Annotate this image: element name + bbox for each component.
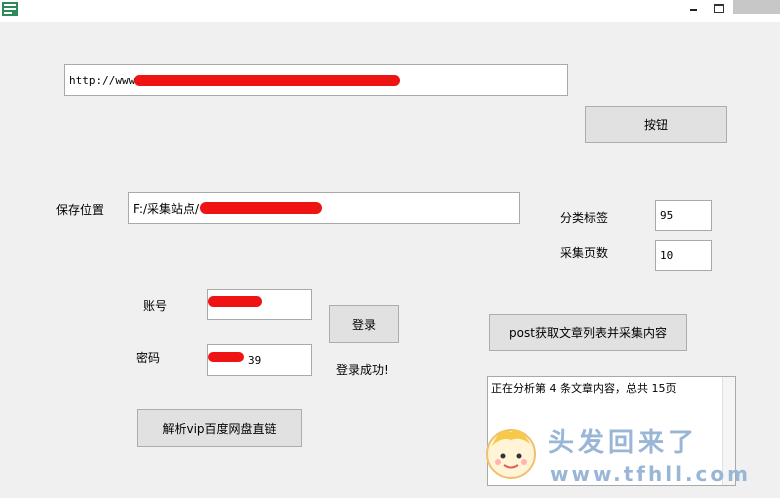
category-value: 95 <box>660 209 674 222</box>
category-input[interactable]: 95 <box>655 200 712 231</box>
password-value: 39 <box>248 353 262 367</box>
account-redaction <box>208 296 262 307</box>
url-redaction <box>134 75 400 86</box>
watermark: 头发回来了 www.tfhll.com <box>476 418 772 492</box>
save-location-input[interactable]: F:/采集站点/ <box>128 192 520 224</box>
main-button-label: 按钮 <box>643 118 668 132</box>
mascot-icon <box>486 429 536 479</box>
url-input-value: http://www. <box>69 73 142 87</box>
account-label: 账号 <box>143 299 168 313</box>
category-label: 分类标签 <box>560 211 609 225</box>
login-status: 登录成功! <box>336 363 389 377</box>
save-location-value: F:/采集站点/ <box>133 201 200 216</box>
app-icon <box>2 2 18 16</box>
login-button-label: 登录 <box>351 317 376 332</box>
save-location-redaction <box>200 202 322 214</box>
pages-value: 10 <box>660 249 674 262</box>
minimize-icon[interactable] <box>688 0 698 16</box>
maximize-icon[interactable] <box>713 0 725 16</box>
pages-input[interactable]: 10 <box>655 240 712 271</box>
watermark-url: www.tfhll.com <box>550 462 751 486</box>
main-button[interactable]: 按钮 <box>585 106 727 143</box>
parse-vip-button[interactable]: 解析vip百度网盘直链 <box>137 409 302 447</box>
password-label: 密码 <box>136 351 161 365</box>
save-location-label: 保存位置 <box>56 203 105 217</box>
password-redaction <box>208 352 244 362</box>
parse-vip-button-label: 解析vip百度网盘直链 <box>162 421 277 436</box>
log-text: 正在分析第 4 条文章内容，总共 15页 <box>491 382 677 395</box>
post-fetch-button[interactable]: post获取文章列表并采集内容 <box>489 314 687 351</box>
login-button[interactable]: 登录 <box>329 305 399 343</box>
pages-label: 采集页数 <box>560 246 609 260</box>
close-icon[interactable]: × <box>733 0 780 14</box>
watermark-text: 头发回来了 <box>548 428 699 458</box>
title-bar: × <box>0 0 780 22</box>
post-fetch-button-label: post获取文章列表并采集内容 <box>509 326 667 340</box>
